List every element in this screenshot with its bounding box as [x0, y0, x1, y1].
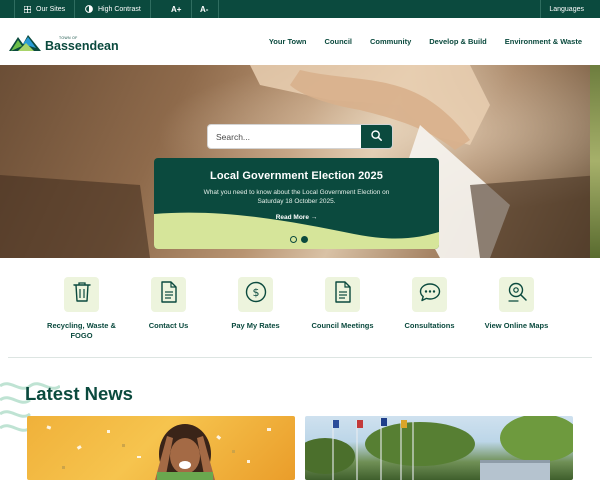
- quick-link-consultations[interactable]: Consultations: [386, 277, 473, 347]
- nav-item-your-town[interactable]: Your Town: [269, 37, 307, 46]
- document-icon: [160, 281, 178, 308]
- nav-item-community[interactable]: Community: [370, 37, 411, 46]
- font-increase-label: A+: [171, 4, 182, 14]
- news-image-flags-building: [305, 416, 573, 480]
- quick-link-label: Contact Us: [148, 321, 189, 330]
- icon-tile: $: [238, 277, 273, 312]
- carousel-dot-2[interactable]: [301, 236, 308, 243]
- font-decrease-label: A-: [200, 4, 209, 14]
- quick-link-label: Recycling, Waste & FOGO: [47, 321, 116, 341]
- search-icon: [371, 128, 382, 146]
- icon-tile: [325, 277, 360, 312]
- document-icon: [334, 281, 352, 308]
- quick-link-label: Consultations: [404, 321, 455, 330]
- bassendean-logo-icon: [8, 31, 42, 58]
- font-decrease-button[interactable]: A-: [190, 0, 220, 18]
- hero-banner: Local Government Election 2025 What you …: [0, 65, 600, 258]
- icon-tile: [499, 277, 534, 312]
- main-nav: Your Town Council Community Develop & Bu…: [269, 18, 582, 65]
- news-image-confetti: [46, 424, 271, 480]
- nav-item-council[interactable]: Council: [325, 37, 353, 46]
- news-card-celebration[interactable]: [27, 416, 295, 480]
- section-divider: [8, 357, 592, 358]
- languages-button[interactable]: Languages: [540, 0, 592, 18]
- quick-link-label: View Online Maps: [484, 321, 549, 330]
- utility-bar: Our Sites High Contrast A+ A- Languages: [0, 0, 600, 18]
- quick-links: Recycling, Waste & FOGO Contact Us $ Pay…: [38, 277, 562, 347]
- our-sites-button[interactable]: Our Sites: [14, 0, 76, 18]
- high-contrast-label: High Contrast: [98, 5, 141, 13]
- search-button[interactable]: [361, 125, 392, 148]
- read-more-link[interactable]: Read More →: [154, 214, 439, 221]
- contrast-icon: [85, 5, 93, 13]
- news-card-civic-building[interactable]: [305, 416, 573, 480]
- hero-foliage-edge: [590, 65, 600, 258]
- icon-tile: [412, 277, 447, 312]
- carousel-dot-1[interactable]: [290, 236, 297, 243]
- carousel-dots: [290, 236, 308, 243]
- quick-link-pay-rates[interactable]: $ Pay My Rates: [212, 277, 299, 347]
- font-increase-button[interactable]: A+: [161, 0, 193, 18]
- grid-icon: [24, 5, 31, 13]
- banner-description: What you need to know about the Local Go…: [203, 189, 390, 206]
- map-pin-icon: [506, 281, 528, 308]
- logo-main-text: Bassendean: [45, 39, 119, 53]
- our-sites-label: Our Sites: [36, 5, 66, 13]
- icon-tile: [151, 277, 186, 312]
- latest-news-title: Latest News: [25, 383, 133, 404]
- nav-item-develop-build[interactable]: Develop & Build: [429, 37, 487, 46]
- logo-text: TOWN OF Bassendean: [45, 36, 119, 53]
- site-logo[interactable]: TOWN OF Bassendean: [8, 31, 119, 58]
- quick-link-council-meetings[interactable]: Council Meetings: [299, 277, 386, 347]
- site-header: TOWN OF Bassendean Your Town Council Com…: [0, 18, 600, 65]
- high-contrast-toggle[interactable]: High Contrast: [76, 0, 151, 18]
- quick-link-online-maps[interactable]: View Online Maps: [473, 277, 560, 347]
- svg-text:$: $: [252, 286, 259, 299]
- quick-link-contact-us[interactable]: Contact Us: [125, 277, 212, 347]
- languages-label: Languages: [549, 5, 584, 13]
- quick-link-label: Pay My Rates: [231, 321, 280, 330]
- quick-link-recycling[interactable]: Recycling, Waste & FOGO: [38, 277, 125, 347]
- banner-title: Local Government Election 2025: [210, 170, 383, 182]
- trash-bin-icon: [72, 281, 92, 308]
- search-input[interactable]: [208, 125, 361, 148]
- nav-item-environment-waste[interactable]: Environment & Waste: [505, 37, 582, 46]
- chat-bubble-icon: [419, 282, 441, 307]
- search-bar: [207, 124, 393, 149]
- dollar-icon: $: [245, 281, 267, 308]
- icon-tile: [64, 277, 99, 312]
- quick-link-label: Council Meetings: [311, 321, 374, 330]
